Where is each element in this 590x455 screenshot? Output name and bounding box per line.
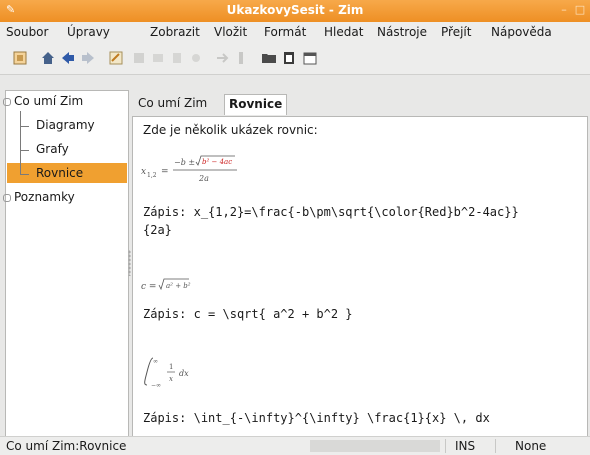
equation-source-cont: {2a} xyxy=(143,223,172,237)
link-icon[interactable] xyxy=(150,50,166,66)
page-index-tree[interactable]: Co umí Zim Diagramy Grafy Rovnice Poznam… xyxy=(3,90,129,438)
back-icon[interactable] xyxy=(60,50,76,66)
tree-connector xyxy=(20,174,29,175)
close-icon[interactable]: □ xyxy=(574,4,586,16)
forward-icon[interactable] xyxy=(80,50,96,66)
tree-item-rovnice[interactable]: Rovnice xyxy=(36,166,83,180)
equation-image: ∞ −∞ 1 x dx xyxy=(144,357,189,389)
equation-source: c = \sqrt{ a^2 + b^2 } xyxy=(193,307,353,321)
edit-icon[interactable] xyxy=(108,50,124,66)
status-page-path: Co umí Zim:Rovnice xyxy=(6,439,127,453)
pen-icon[interactable] xyxy=(233,50,249,66)
svg-text:2a: 2a xyxy=(198,174,209,183)
clipboard-icon[interactable] xyxy=(281,50,297,66)
equation-source-label: Zápis: c = \sqrt{ a^2 + b^2 } xyxy=(143,307,353,321)
svg-text:=: = xyxy=(161,167,169,177)
menu-upravy[interactable]: Úpravy xyxy=(67,25,110,39)
tab-rovnice[interactable]: Rovnice xyxy=(224,94,288,115)
toolbar xyxy=(0,44,590,75)
svg-text:dx: dx xyxy=(179,369,189,378)
window-title: UkazkovySesit - Zim xyxy=(226,3,364,17)
bold-icon[interactable] xyxy=(131,50,147,66)
menu-napoveda[interactable]: Nápověda xyxy=(491,25,552,39)
svg-text:−b ±: −b ± xyxy=(174,158,195,167)
attach-icon[interactable] xyxy=(188,50,204,66)
svg-text:c =: c = xyxy=(141,282,156,292)
svg-text:∞: ∞ xyxy=(153,358,158,365)
minimize-icon[interactable]: – xyxy=(558,4,570,16)
svg-text:x: x xyxy=(169,375,173,383)
menu-format[interactable]: Formát xyxy=(264,25,306,39)
tree-item-poznamky[interactable]: Poznamky xyxy=(14,190,75,204)
pathbar-tabs: Co umí Zim Rovnice xyxy=(132,91,590,117)
status-insert-mode: INS xyxy=(455,439,476,453)
svg-text:1: 1 xyxy=(169,363,173,371)
menu-zobrazit[interactable]: Zobrazit xyxy=(150,25,200,39)
zapis-label: Zápis: xyxy=(143,307,187,321)
menu-hledat[interactable]: Hledat xyxy=(324,25,363,39)
print-icon[interactable] xyxy=(169,50,185,66)
menu-bar: Soubor Úpravy Zobrazit Vložit Formát Hle… xyxy=(0,22,590,44)
status-divider xyxy=(495,439,496,453)
menu-nastroje[interactable]: Nástroje xyxy=(377,25,427,39)
equation-source: \int_{-\infty}^{\infty} \frac{1}{x} \, d… xyxy=(193,411,490,425)
notebook-icon[interactable] xyxy=(12,50,28,66)
zapis-label: Zápis: xyxy=(143,205,187,219)
folder-icon[interactable] xyxy=(261,50,277,66)
tree-item-grafy[interactable]: Grafy xyxy=(36,142,69,156)
tree-item-co-umi-zim[interactable]: Co umí Zim xyxy=(14,94,83,108)
status-divider xyxy=(445,439,446,453)
equation-image: x 1,2 = −b ± b² − 4ac 2a xyxy=(141,155,237,183)
menu-prejit[interactable]: Přejít xyxy=(441,25,471,39)
status-progress xyxy=(310,440,440,452)
tree-connector xyxy=(20,150,29,151)
expander-icon[interactable] xyxy=(3,194,11,202)
menu-vlozit[interactable]: Vložit xyxy=(214,25,247,39)
svg-text:b² − 4ac: b² − 4ac xyxy=(202,158,232,166)
page-editor[interactable]: Zde je několik ukázek rovnic: x 1,2 = −b… xyxy=(132,116,588,438)
equation-image: c = a² + b² xyxy=(141,278,191,292)
zapis-label: Zápis: xyxy=(143,411,187,425)
equation-source-label: Zápis: \int_{-\infty}^{\infty} \frac{1}{… xyxy=(143,411,490,425)
svg-text:−∞: −∞ xyxy=(151,382,161,389)
status-bar: Co umí Zim:Rovnice INS None xyxy=(0,436,590,455)
svg-text:1,2: 1,2 xyxy=(147,172,157,179)
status-style[interactable]: None xyxy=(515,439,546,453)
tab-co-umi-zim[interactable]: Co umí Zim xyxy=(134,96,211,115)
equation-source-label: Zápis: x_{1,2}=\frac{-b\pm\sqrt{\color{R… xyxy=(143,205,519,219)
svg-text:x: x xyxy=(141,167,146,177)
tree-connector xyxy=(20,111,21,175)
calendar-icon[interactable] xyxy=(302,50,318,66)
title-bar: ✎ UkazkovySesit - Zim – □ xyxy=(0,0,590,22)
home-icon[interactable] xyxy=(40,50,56,66)
tree-connector xyxy=(20,126,29,127)
expander-icon[interactable] xyxy=(3,98,11,106)
tree-item-diagramy[interactable]: Diagramy xyxy=(36,118,95,132)
menu-soubor[interactable]: Soubor xyxy=(6,25,48,39)
intro-text: Zde je několik ukázek rovnic: xyxy=(143,123,318,137)
svg-text:a² + b²: a² + b² xyxy=(166,282,191,290)
arrow-icon[interactable] xyxy=(214,50,230,66)
pane-splitter[interactable] xyxy=(128,250,131,276)
equation-source: x_{1,2}=\frac{-b\pm\sqrt{\color{Red}b^2-… xyxy=(193,205,519,219)
